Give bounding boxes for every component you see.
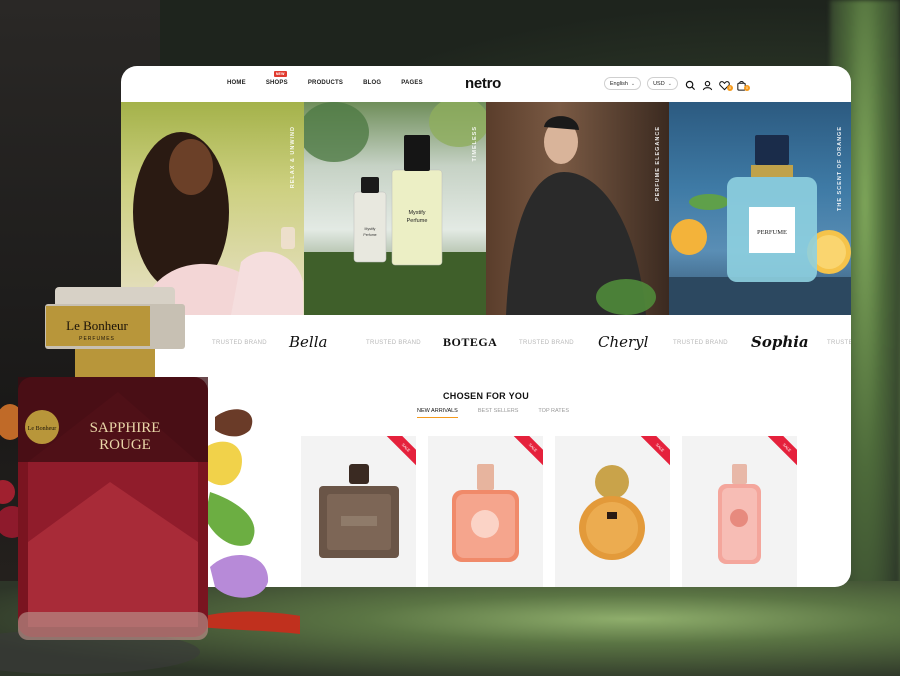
hero-tile-orange[interactable]: PERFUME THE SCENT OF ORANGE	[668, 102, 851, 315]
product-tabs: NEW ARRIVALS BEST SELLERS TOP RATES	[417, 408, 569, 418]
wishlist-count: 0	[727, 85, 733, 91]
nav-pages[interactable]: PAGES	[401, 80, 423, 86]
tile-label: PERFUME ELEGANCE	[654, 126, 661, 201]
chevron-down-icon: ⌄	[630, 80, 636, 87]
mystify-perfume-image: Mystify Perfume Mystify Perfume	[303, 102, 486, 315]
cap-brand-text: Le Bonheur	[66, 318, 128, 333]
wishlist-heart-icon[interactable]: 0	[719, 78, 733, 91]
product-image	[452, 464, 519, 562]
tile-label: THE SCENT OF ORANGE	[837, 126, 843, 212]
top-navigation: HOME SHOPS NEW PRODUCTS BLOG PAGES netro…	[121, 66, 851, 102]
language-select[interactable]: English ⌄	[604, 77, 641, 90]
trusted-brand-text: TRUSTED BRAND	[519, 340, 574, 346]
bottle-name-line1: SAPPHIRE	[90, 420, 161, 436]
man-portrait-image	[506, 116, 656, 315]
search-icon[interactable]	[685, 78, 696, 91]
new-badge: NEW	[273, 71, 287, 77]
product-card[interactable]: SALE	[555, 436, 670, 587]
tab-top-rates[interactable]: TOP RATES	[538, 408, 569, 418]
nav-links: HOME SHOPS NEW PRODUCTS BLOG PAGES	[227, 71, 443, 86]
nav-blog[interactable]: BLOG	[363, 80, 381, 86]
user-icon[interactable]	[702, 78, 713, 91]
product-card[interactable]: SALE	[428, 436, 543, 587]
currency-select[interactable]: USD ⌄	[647, 77, 678, 90]
nav-home[interactable]: HOME	[227, 80, 246, 86]
nav-products[interactable]: PRODUCTS	[308, 80, 343, 86]
tab-new-arrivals[interactable]: NEW ARRIVALS	[417, 408, 458, 418]
orange-perfume-image: PERFUME	[668, 135, 851, 315]
hero-tile-timeless[interactable]: Mystify Perfume Mystify Perfume TIMELESS	[303, 102, 486, 315]
brand-botega[interactable]: BOTEGA	[443, 335, 497, 350]
product-card[interactable]: SALE	[301, 436, 416, 587]
site-logo[interactable]: netro	[465, 75, 501, 92]
nav-shops[interactable]: SHOPS NEW	[265, 71, 288, 86]
bottle-label-line1: Mystify	[408, 210, 425, 216]
cart-count: 0	[744, 85, 750, 91]
product-grid: SALE SALE SALE SALE	[301, 436, 797, 587]
seal-text: Le Bonheur	[28, 426, 57, 432]
tile-label: TIMELESS	[472, 126, 478, 162]
sapphire-rouge-bottle-image: Le Bonheur PERFUMES Le Bonheur SAPPHIRE …	[0, 287, 300, 674]
product-image	[718, 464, 761, 564]
bottle-label-line2: Perfume	[406, 218, 427, 224]
chevron-down-icon: ⌄	[667, 80, 672, 87]
bottle-name-line2: ROUGE	[99, 437, 151, 453]
cap-brand-sub: PERFUMES	[79, 336, 115, 342]
trusted-brand-text: TRUSTED BRAND	[673, 340, 728, 346]
product-image	[579, 465, 645, 560]
small-bottle-label-line2: Perfume	[363, 233, 376, 237]
hero-tile-elegance[interactable]: PERFUME ELEGANCE	[486, 102, 669, 315]
trusted-brand-text: TRUSTED BRAND	[366, 340, 421, 346]
product-card[interactable]: SALE	[682, 436, 797, 587]
nav-shops-label: SHOPS	[265, 80, 288, 86]
tile-label: RELAX & UNWIND	[289, 126, 296, 189]
product-image	[319, 464, 399, 558]
brand-sophia[interactable]: Sophia	[751, 333, 809, 351]
brand-cheryl[interactable]: Cheryl	[598, 333, 648, 351]
trusted-brand-text: TRUSTED BRAND	[827, 340, 851, 346]
language-value: English	[609, 80, 628, 87]
currency-value: USD	[653, 80, 665, 87]
bottle-label: PERFUME	[757, 229, 787, 236]
small-bottle-label-line1: Mystify	[364, 227, 375, 231]
cart-bag-icon[interactable]: 0	[736, 78, 750, 91]
tab-best-sellers[interactable]: BEST SELLERS	[478, 408, 519, 418]
